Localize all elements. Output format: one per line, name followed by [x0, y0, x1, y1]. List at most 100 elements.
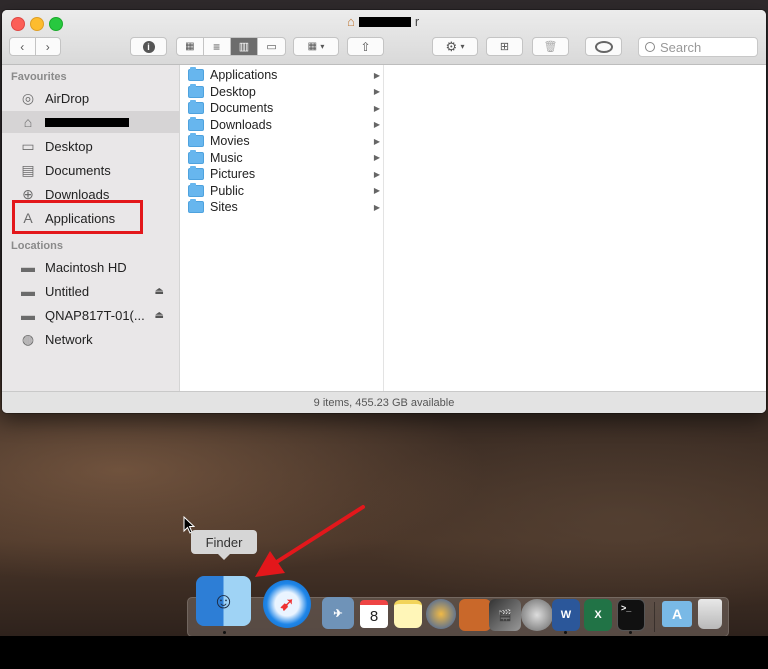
- server-icon: ▬: [21, 307, 35, 323]
- gear-icon: ⚙: [445, 38, 458, 54]
- excel-icon[interactable]: X: [584, 599, 612, 631]
- share-button[interactable]: ⇧: [347, 37, 384, 56]
- airdrop-icon: ◎: [21, 89, 35, 106]
- folder-row[interactable]: Movies ▶: [180, 133, 383, 149]
- sidebar-item-network[interactable]: ◍ Network: [2, 328, 179, 350]
- network-utility-icon[interactable]: [426, 599, 456, 629]
- status-text: 9 items, 455.23 GB available: [313, 397, 455, 409]
- folder-name: Pictures: [210, 167, 256, 181]
- disclosure-arrow-icon: ▶: [373, 103, 380, 113]
- folder-name: Applications: [210, 68, 278, 82]
- sidebar-item-label: QNAP817T-01(...: [45, 307, 145, 323]
- disclosure-arrow-icon: ▶: [373, 136, 380, 146]
- group-by-button[interactable]: ▦ ▾: [293, 37, 339, 56]
- folder-row[interactable]: Pictures ▶: [180, 166, 383, 182]
- folder-row[interactable]: Public ▶: [180, 182, 383, 199]
- search-placeholder: Search: [660, 39, 702, 55]
- terminal-icon[interactable]: >_: [617, 599, 645, 631]
- gallery-view-button[interactable]: ▭: [258, 38, 285, 55]
- folder-name: Downloads: [210, 117, 272, 132]
- desktop-icon: ▭: [21, 137, 35, 154]
- motion-icon[interactable]: [521, 599, 553, 631]
- disclosure-arrow-icon: ▶: [373, 153, 380, 162]
- icon-view-button[interactable]: ▦: [177, 38, 204, 55]
- eject-icon[interactable]: ⏏: [155, 286, 164, 297]
- annotation-highlight-box: [12, 200, 143, 234]
- sidebar-item-untitled[interactable]: ▬ Untitled ⏏: [2, 280, 179, 302]
- preview-icon[interactable]: ✈: [322, 597, 354, 629]
- sidebar-item-macintosh-hd[interactable]: ▬ Macintosh HD: [2, 256, 179, 278]
- columns-icon: ▥: [238, 41, 250, 53]
- minimize-button[interactable]: [30, 17, 44, 31]
- dock-tooltip: Finder: [191, 530, 257, 560]
- list-view-button[interactable]: ≡: [204, 38, 231, 55]
- finder-icon[interactable]: ☺: [196, 576, 251, 626]
- sidebar-item-documents[interactable]: ▤ Documents: [2, 159, 179, 181]
- dock: ☺ ➹ ✈ 8 🎬 W X >_ A: [187, 576, 729, 637]
- grid-icon: ▦: [307, 41, 318, 52]
- folder-row[interactable]: Music ▶: [180, 149, 383, 166]
- folder-name: Movies: [210, 134, 250, 148]
- photo-app-icon[interactable]: [459, 599, 491, 631]
- sidebar-item-label: Macintosh HD: [45, 259, 127, 275]
- folder-icon: [188, 182, 204, 197]
- running-indicator: [223, 631, 226, 634]
- home-icon: ⌂: [23, 114, 33, 130]
- share-icon: ⇧: [360, 39, 371, 54]
- sidebar-item-qnap[interactable]: ▬ QNAP817T-01(... ⏏: [2, 304, 179, 326]
- disclosure-arrow-icon: ▶: [373, 120, 380, 129]
- word-icon[interactable]: W: [552, 599, 580, 631]
- sidebar-item-airdrop[interactable]: ◎ AirDrop: [2, 87, 179, 109]
- final-cut-icon[interactable]: 🎬: [489, 599, 521, 631]
- folder-row[interactable]: Sites ▶: [180, 199, 383, 215]
- folder-row[interactable]: Downloads ▶: [180, 116, 383, 133]
- sidebar-header-locations: Locations: [11, 240, 63, 252]
- forward-button[interactable]: ›: [36, 38, 61, 55]
- window-title: ⌂ r: [347, 14, 419, 29]
- redacted-username: [45, 117, 129, 127]
- home-icon: ⌂: [347, 14, 355, 29]
- close-button[interactable]: [11, 17, 25, 31]
- sidebar-item-home[interactable]: ⌂: [2, 111, 179, 133]
- folder-name: Public: [210, 183, 245, 198]
- globe-icon: ◍: [21, 330, 35, 347]
- zoom-button[interactable]: [49, 17, 63, 31]
- folder-icon: [188, 83, 204, 98]
- folder-row[interactable]: Desktop ▶: [180, 83, 383, 100]
- trash-icon[interactable]: [698, 599, 722, 629]
- folder-name: Music: [210, 150, 243, 165]
- info-icon: i: [142, 40, 155, 53]
- applications-folder-icon[interactable]: A: [662, 601, 692, 627]
- disk-icon: ▬: [21, 259, 35, 275]
- sidebar-item-desktop[interactable]: ▭ Desktop: [2, 135, 179, 157]
- folder-row[interactable]: Applications ▶: [180, 67, 383, 83]
- column-view-button[interactable]: ▥: [230, 38, 259, 55]
- tooltip-label: Finder: [205, 534, 243, 550]
- back-button[interactable]: ‹: [10, 38, 36, 55]
- trash-button[interactable]: 🗑: [532, 37, 569, 56]
- new-folder-button[interactable]: ⊞: [486, 37, 523, 56]
- get-info-button[interactable]: i: [130, 37, 167, 56]
- sidebar-item-label: Untitled: [45, 283, 90, 299]
- search-field[interactable]: Search: [638, 37, 758, 57]
- folder-name: Sites: [210, 200, 238, 214]
- notes-icon[interactable]: [394, 600, 422, 628]
- folder-icon: [188, 199, 204, 213]
- column-browser-pane: Applications ▶ Desktop ▶ Documents ▶ Downlo…: [180, 65, 384, 391]
- status-bar: 9 items, 455.23 GB available: [2, 391, 766, 413]
- folder-row[interactable]: Documents ▶: [180, 100, 383, 116]
- eye-icon: [594, 40, 613, 53]
- chevron-right-icon: ›: [45, 39, 50, 54]
- folder-name: Desktop: [210, 84, 256, 99]
- view-mode-control: ▦ ≡ ▥ ▭: [176, 37, 286, 56]
- safari-icon[interactable]: ➹: [263, 580, 311, 628]
- chevron-down-icon: ▾: [460, 42, 465, 51]
- chevron-left-icon: ‹: [20, 39, 25, 54]
- eject-icon[interactable]: ⏏: [155, 310, 164, 321]
- calendar-icon[interactable]: 8: [360, 600, 388, 628]
- redacted-title: [358, 16, 411, 27]
- finder-window: ⌂ r ‹ › i ▦ ≡ ▥ ▭ ▦ ▾ ⇧ ⚙ ▾ ⊞ 🗑 Search F…: [2, 10, 766, 413]
- sidebar-item-label: AirDrop: [45, 90, 90, 106]
- action-button[interactable]: ⚙ ▾: [432, 37, 478, 56]
- quick-look-button[interactable]: [585, 37, 622, 56]
